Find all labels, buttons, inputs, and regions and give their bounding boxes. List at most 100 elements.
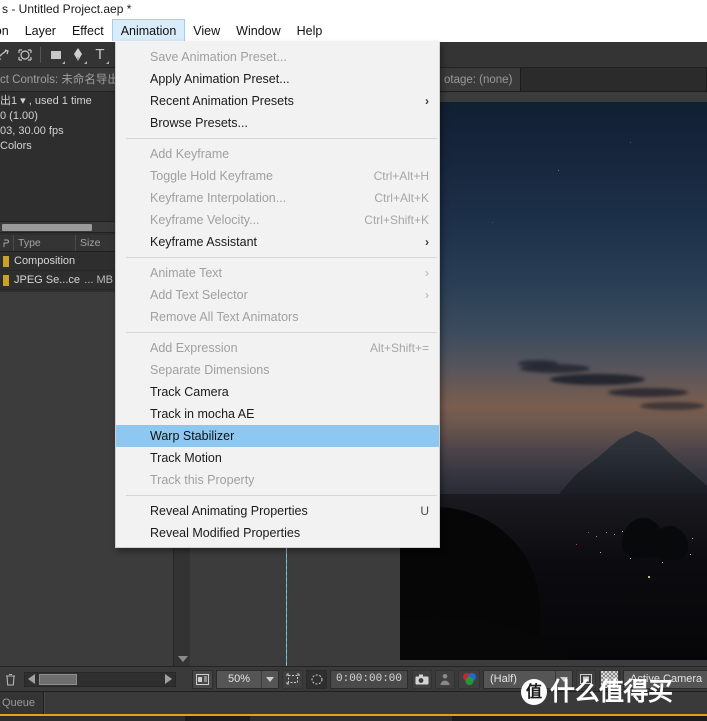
- footage-color-swatch: [3, 274, 9, 286]
- menu-item-track-motion[interactable]: Track Motion: [116, 447, 439, 469]
- menu-separator: [126, 495, 437, 496]
- project-column-type[interactable]: Type: [14, 235, 76, 251]
- resolution-value: (Half): [490, 673, 517, 685]
- bottom-strip-dark-a: [185, 716, 250, 721]
- project-row-size: ... MB: [84, 274, 113, 286]
- menu-item-animate-text: Animate Text ›: [116, 262, 439, 284]
- current-timecode[interactable]: 0:00:00:00: [330, 669, 409, 689]
- mask-icon[interactable]: [306, 669, 327, 689]
- render-queue-bar: Queue: [0, 691, 707, 714]
- menu-item-track-in-mocha-ae[interactable]: Track in mocha AE: [116, 403, 439, 425]
- menu-item-label: Track in mocha AE: [150, 407, 255, 421]
- person-icon[interactable]: [435, 669, 456, 689]
- menu-item-track-camera[interactable]: Track Camera: [116, 381, 439, 403]
- zoom-level-value: 50%: [227, 673, 251, 685]
- menu-item-label: Toggle Hold Keyframe: [150, 169, 273, 183]
- sky-gradient: [400, 102, 707, 502]
- menu-item-shortcut: Ctrl+Alt+K: [374, 191, 429, 205]
- camera-icon[interactable]: [412, 669, 433, 689]
- bottom-strip-dark-b: [452, 716, 707, 721]
- menu-item-reveal-modified-properties[interactable]: Reveal Modified Properties: [116, 522, 439, 544]
- menu-item-label: Save Animation Preset...: [150, 50, 287, 64]
- scroll-down-arrow[interactable]: [178, 656, 188, 662]
- menu-item-label: Recent Animation Presets: [150, 94, 294, 108]
- menu-item-remove-all-text-animators: Remove All Text Animators: [116, 306, 439, 328]
- pen-tool-icon[interactable]: [67, 44, 89, 66]
- menu-item-keyframe-assistant[interactable]: Keyframe Assistant ›: [116, 231, 439, 253]
- chevron-right-icon: ›: [425, 235, 429, 249]
- scroll-left-arrow[interactable]: [28, 674, 35, 684]
- chevron-right-icon: ›: [425, 94, 429, 108]
- project-info-block: 出1 ▾ , used 1 time 0 (1.00) 03, 30.00 fp…: [0, 92, 115, 158]
- menu-item-label: Reveal Animating Properties: [150, 504, 308, 518]
- menu-item-layer[interactable]: Layer: [17, 19, 64, 41]
- menu-item-effect[interactable]: Effect: [64, 19, 112, 41]
- menu-item-browse-presets[interactable]: Browse Presets...: [116, 112, 439, 134]
- footage-tab[interactable]: otage: (none): [436, 68, 522, 91]
- menu-item-reveal-animating-properties[interactable]: Reveal Animating Properties U: [116, 500, 439, 522]
- menu-item-composition[interactable]: ion: [0, 19, 17, 41]
- scroll-right-arrow[interactable]: [165, 674, 172, 684]
- composition-color-swatch: [3, 255, 9, 267]
- region-of-interest-icon[interactable]: [282, 669, 303, 689]
- footage-tabbar-filler: [521, 68, 707, 91]
- project-column-size[interactable]: Size: [76, 235, 115, 251]
- menu-item-label: Add Keyframe: [150, 147, 230, 161]
- chevron-down-icon[interactable]: [555, 670, 572, 688]
- channels-icon[interactable]: [458, 669, 481, 689]
- menu-bar: ion Layer Effect Animation View Window H…: [0, 19, 707, 42]
- menu-item-label: Keyframe Assistant: [150, 235, 257, 249]
- menu-item-warp-stabilizer[interactable]: Warp Stabilizer: [116, 425, 439, 447]
- trash-icon[interactable]: [0, 667, 20, 691]
- table-row[interactable]: JPEG Se...ce ... MB: [0, 271, 115, 290]
- menu-item-track-this-property: Track this Property: [116, 469, 439, 491]
- view-mode-select[interactable]: Active Camera: [623, 669, 707, 689]
- timeline-bottom-bar: [0, 666, 190, 691]
- resolution-select[interactable]: (Half): [483, 669, 574, 689]
- text-tool-icon[interactable]: T: [89, 44, 111, 66]
- transparency-grid-icon[interactable]: [599, 669, 621, 689]
- grid-guides-icon[interactable]: [192, 669, 213, 689]
- menu-item-shortcut: Ctrl+Alt+H: [373, 169, 429, 183]
- cloud-shape: [550, 374, 645, 385]
- effect-controls-tab[interactable]: ct Controls: 未命名导出: [0, 68, 115, 92]
- shape-tool-icon[interactable]: [45, 44, 67, 66]
- menu-item-window[interactable]: Window: [228, 19, 288, 41]
- menu-item-animation[interactable]: Animation: [111, 19, 186, 41]
- viewer-bottom-bar: 50% 0:00:00:00 (Half) Active Camera: [190, 666, 707, 691]
- menu-item-view[interactable]: View: [185, 19, 228, 41]
- project-row-type: Composition: [14, 255, 76, 267]
- camera-tool-icon[interactable]: [14, 44, 36, 66]
- menu-item-help[interactable]: Help: [289, 19, 331, 41]
- chevron-right-icon: ›: [425, 266, 429, 280]
- menu-item-shortcut: U: [420, 504, 429, 518]
- menu-item-shortcut: Ctrl+Shift+K: [364, 213, 429, 227]
- toolbar-divider: [40, 46, 41, 63]
- menu-separator: [126, 138, 437, 139]
- zoom-level-select[interactable]: 50%: [216, 669, 279, 689]
- city-light: [648, 576, 650, 578]
- render-queue-tab[interactable]: Queue: [0, 692, 44, 714]
- project-info-line-2: 0 (1.00): [0, 110, 38, 122]
- menu-item-label: Track Camera: [150, 385, 229, 399]
- menu-item-label: Reveal Modified Properties: [150, 526, 301, 540]
- menu-item-label: Track Motion: [150, 451, 222, 465]
- menu-item-save-animation-preset: Save Animation Preset...: [116, 46, 439, 68]
- menu-item-apply-animation-preset[interactable]: Apply Animation Preset...: [116, 68, 439, 90]
- chevron-down-icon[interactable]: [261, 670, 278, 688]
- tree-silhouette: [652, 526, 688, 560]
- toggle-viewer-icon[interactable]: [576, 669, 597, 689]
- sort-icon[interactable]: [0, 235, 14, 251]
- star-dot: [492, 222, 493, 223]
- project-horizontal-scrollbar[interactable]: [0, 221, 115, 233]
- rotate-tool-icon[interactable]: [0, 44, 14, 66]
- menu-item-recent-animation-presets[interactable]: Recent Animation Presets ›: [116, 90, 439, 112]
- scrollbar-thumb[interactable]: [39, 673, 77, 685]
- table-row[interactable]: Composition: [0, 252, 115, 271]
- project-row-type: JPEG Se...ce: [14, 274, 81, 286]
- menu-item-label: Animate Text: [150, 266, 223, 280]
- animation-menu-dropdown[interactable]: Save Animation Preset... Apply Animation …: [115, 42, 440, 548]
- menu-item-label: Apply Animation Preset...: [150, 72, 290, 86]
- timeline-horizontal-scrollbar[interactable]: [24, 671, 176, 687]
- menu-item-label: Keyframe Interpolation...: [150, 191, 287, 205]
